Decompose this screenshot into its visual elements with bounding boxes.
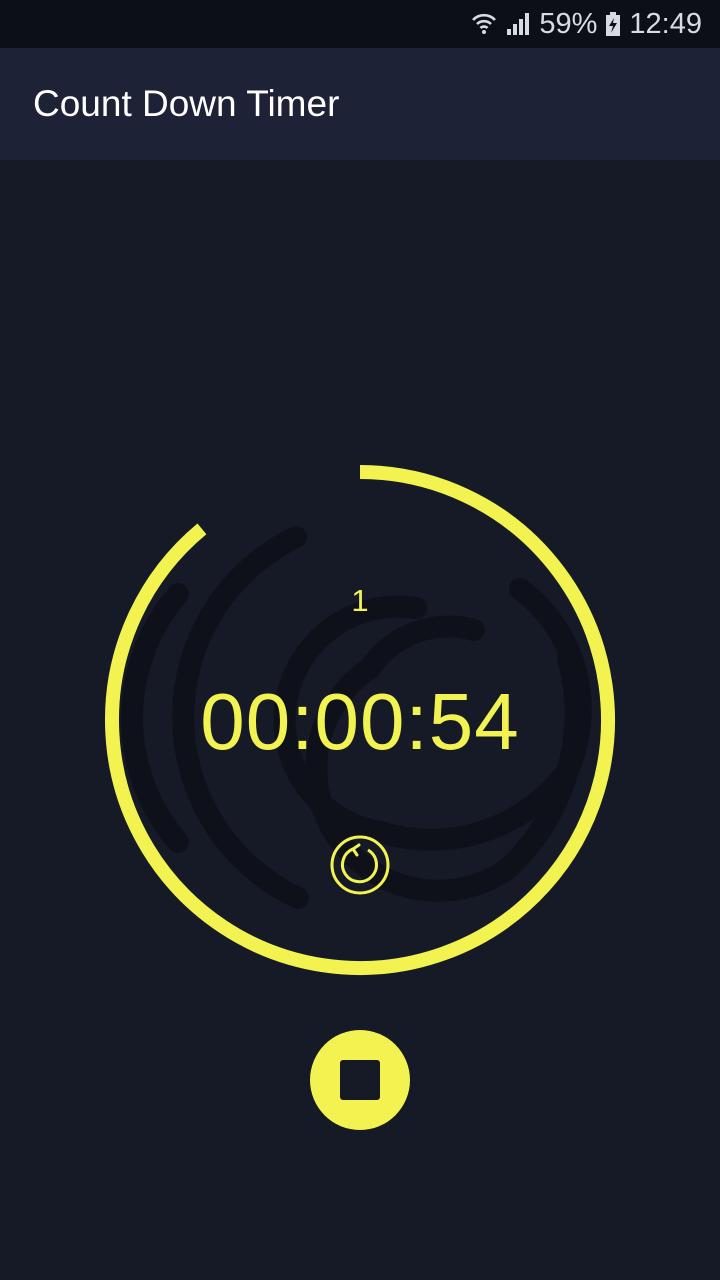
status-indicators: 59% 12:49 xyxy=(471,0,702,48)
app-title: Count Down Timer xyxy=(33,83,340,124)
timer-display: 00:00:54 xyxy=(200,677,520,766)
reset-icon xyxy=(330,835,390,895)
app-bar: Count Down Timer xyxy=(0,48,720,160)
stop-icon xyxy=(340,1060,380,1100)
reset-button[interactable] xyxy=(329,834,391,896)
status-bar: 59% 12:49 xyxy=(0,0,720,48)
wifi-icon xyxy=(471,11,497,37)
round-counter: 1 xyxy=(351,583,369,618)
status-time: 12:49 xyxy=(629,7,702,40)
battery-charging-icon xyxy=(605,11,621,37)
stop-button[interactable] xyxy=(310,1030,410,1130)
signal-icon xyxy=(505,11,531,37)
battery-percent: 59% xyxy=(539,7,598,40)
